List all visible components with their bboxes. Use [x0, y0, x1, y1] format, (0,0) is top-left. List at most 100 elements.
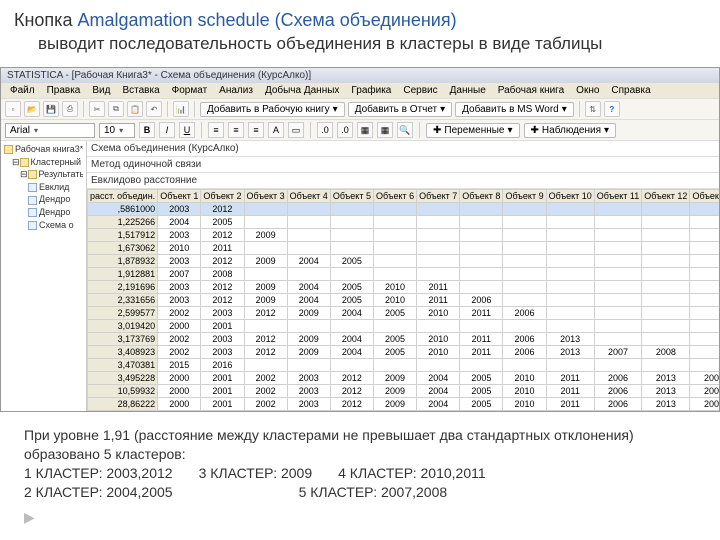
size-combo[interactable]: 10	[99, 123, 135, 138]
decimal-dec-icon[interactable]: .0	[337, 122, 353, 138]
help-icon[interactable]: ?	[604, 101, 620, 117]
bold-icon[interactable]: B	[139, 122, 155, 138]
decimal-inc-icon[interactable]: .0	[317, 122, 333, 138]
cell: 2002	[158, 333, 201, 346]
menu-item[interactable]: Добыча Данных	[260, 84, 344, 97]
tree-leaf[interactable]: Евклид	[4, 181, 83, 194]
table-row[interactable]: 1,22526620042005	[88, 216, 720, 229]
col-header: Объект 12	[642, 190, 690, 203]
menu-item[interactable]: Анализ	[214, 84, 258, 97]
table-row[interactable]: 10,5993220002001200220032012200920042005…	[88, 385, 720, 398]
add-to-report-button[interactable]: Добавить в Отчет▾	[348, 102, 452, 117]
menu-item[interactable]: Графика	[346, 84, 396, 97]
align-left-icon[interactable]: ≡	[208, 122, 224, 138]
menu-item[interactable]: Формат	[167, 84, 213, 97]
table-row[interactable]: 2,1916962003201220092004200520102011	[88, 281, 720, 294]
cell	[642, 294, 690, 307]
distance-cell: ,5861000	[88, 203, 158, 216]
font-color-icon[interactable]: A	[268, 122, 284, 138]
grid-icon[interactable]: ▦	[357, 122, 373, 138]
menu-item[interactable]: Файл	[5, 84, 40, 97]
tree-node[interactable]: ⊟Результаты	[4, 168, 83, 181]
table-row[interactable]: 2,33165620032012200920042005201020112006	[88, 294, 720, 307]
cases-button[interactable]: ✚ Наблюдения ▾	[524, 123, 617, 138]
tree-node[interactable]: ⊟Кластерный а	[4, 156, 83, 169]
menu-item[interactable]: Вставка	[117, 84, 164, 97]
menu-item[interactable]: Справка	[606, 84, 655, 97]
cell: 2012	[201, 203, 244, 216]
table-row[interactable]: 1,517912200320122009	[88, 229, 720, 242]
table-row[interactable]: 2,59957720022003201220092004200520102011…	[88, 307, 720, 320]
align-center-icon[interactable]: ≡	[228, 122, 244, 138]
window-titlebar: STATISTICA - [Рабочая Книга3* - Схема об…	[1, 68, 719, 83]
cell: 2003	[158, 229, 201, 242]
cell	[460, 242, 503, 255]
amalgamation-table[interactable]: расст. объедин.Объект 1Объект 2Объект 3О…	[87, 189, 719, 411]
table-row[interactable]: 3,40892320022003201220092004200520102011…	[88, 346, 720, 359]
cell: 2006	[594, 372, 642, 385]
menu-item[interactable]: Рабочая книга	[493, 84, 569, 97]
cell	[460, 229, 503, 242]
cell: 2010	[373, 294, 416, 307]
print-icon[interactable]: ⎙	[62, 101, 78, 117]
table-row[interactable]: 3,47038120152016	[88, 359, 720, 372]
fill-color-icon[interactable]: ▭	[288, 122, 304, 138]
tree-leaf[interactable]: Дендро	[4, 206, 83, 219]
italic-icon[interactable]: I	[159, 122, 175, 138]
data-grid[interactable]: Схема объединения (КурсАлко) Метод одино…	[87, 141, 719, 411]
menu-item[interactable]: Правка	[42, 84, 86, 97]
col-header: Объект 7	[417, 190, 460, 203]
save-icon[interactable]: 💾	[43, 101, 59, 117]
copy-icon[interactable]: ⧉	[108, 101, 124, 117]
cell	[244, 203, 287, 216]
table-row[interactable]: 3,17376920022003201220092004200520102011…	[88, 333, 720, 346]
table-row[interactable]: 1,91288120072008	[88, 268, 720, 281]
tree-leaf[interactable]: Дендро	[4, 193, 83, 206]
menu-item[interactable]: Сервис	[398, 84, 442, 97]
add-to-workbook-button[interactable]: Добавить в Рабочую книгу▾	[200, 102, 345, 117]
cell: 2005	[330, 255, 373, 268]
footer-line1: При уровне 1,91 (расстояние между класте…	[24, 426, 696, 464]
cell	[330, 359, 373, 372]
new-icon[interactable]: ▫	[5, 101, 21, 117]
sort-icon[interactable]: ⇅	[585, 101, 601, 117]
menu-item[interactable]: Вид	[87, 84, 115, 97]
underline-icon[interactable]: U	[179, 122, 195, 138]
table-row[interactable]: 1,87893220032012200920042005	[88, 255, 720, 268]
separator	[201, 122, 202, 138]
cell	[546, 307, 594, 320]
cell	[417, 268, 460, 281]
slide-title: Кнопка Amalgamation schedule (Схема объе…	[14, 10, 706, 31]
cell: 2010	[417, 307, 460, 320]
font-combo[interactable]: Arial	[5, 123, 95, 138]
table-row[interactable]: 3,01942020002001	[88, 320, 720, 333]
distance-cell: 3,470381	[88, 359, 158, 372]
variables-button[interactable]: ✚ Переменные ▾	[426, 123, 520, 138]
workbook-tree[interactable]: Рабочая книга3* ⊟Кластерный а ⊟Результат…	[1, 141, 87, 411]
col-header: Объект 4	[287, 190, 330, 203]
distance-cell: 3,173769	[88, 333, 158, 346]
table-row[interactable]: 1,67306220102011	[88, 242, 720, 255]
cut-icon[interactable]: ✂	[89, 101, 105, 117]
add-to-word-button[interactable]: Добавить в MS Word▾	[455, 102, 574, 117]
tree-root[interactable]: Рабочая книга3*	[4, 143, 83, 156]
cell	[642, 307, 690, 320]
paste-icon[interactable]: 📋	[127, 101, 143, 117]
open-icon[interactable]: 📂	[24, 101, 40, 117]
align-right-icon[interactable]: ≡	[248, 122, 264, 138]
table-row[interactable]: 3,49522820002001200220032012200920042005…	[88, 372, 720, 385]
undo-icon[interactable]: ↶	[146, 101, 162, 117]
cell	[417, 255, 460, 268]
cell: 2011	[460, 333, 503, 346]
grid-title: Схема объединения (КурсАлко)	[87, 141, 719, 157]
cell: 2003	[201, 346, 244, 359]
menu-item[interactable]: Данные	[445, 84, 491, 97]
menu-item[interactable]: Окно	[571, 84, 604, 97]
tree-leaf[interactable]: Схема о	[4, 219, 83, 232]
table-row[interactable]: 28,8622220002001200220032012200920042005…	[88, 398, 720, 411]
table-row[interactable]: ,586100020032012	[88, 203, 720, 216]
zoom-icon[interactable]: 🔍	[397, 122, 413, 138]
chart-icon[interactable]: 📊	[173, 101, 189, 117]
cell	[503, 255, 546, 268]
grid2-icon[interactable]: ▦	[377, 122, 393, 138]
